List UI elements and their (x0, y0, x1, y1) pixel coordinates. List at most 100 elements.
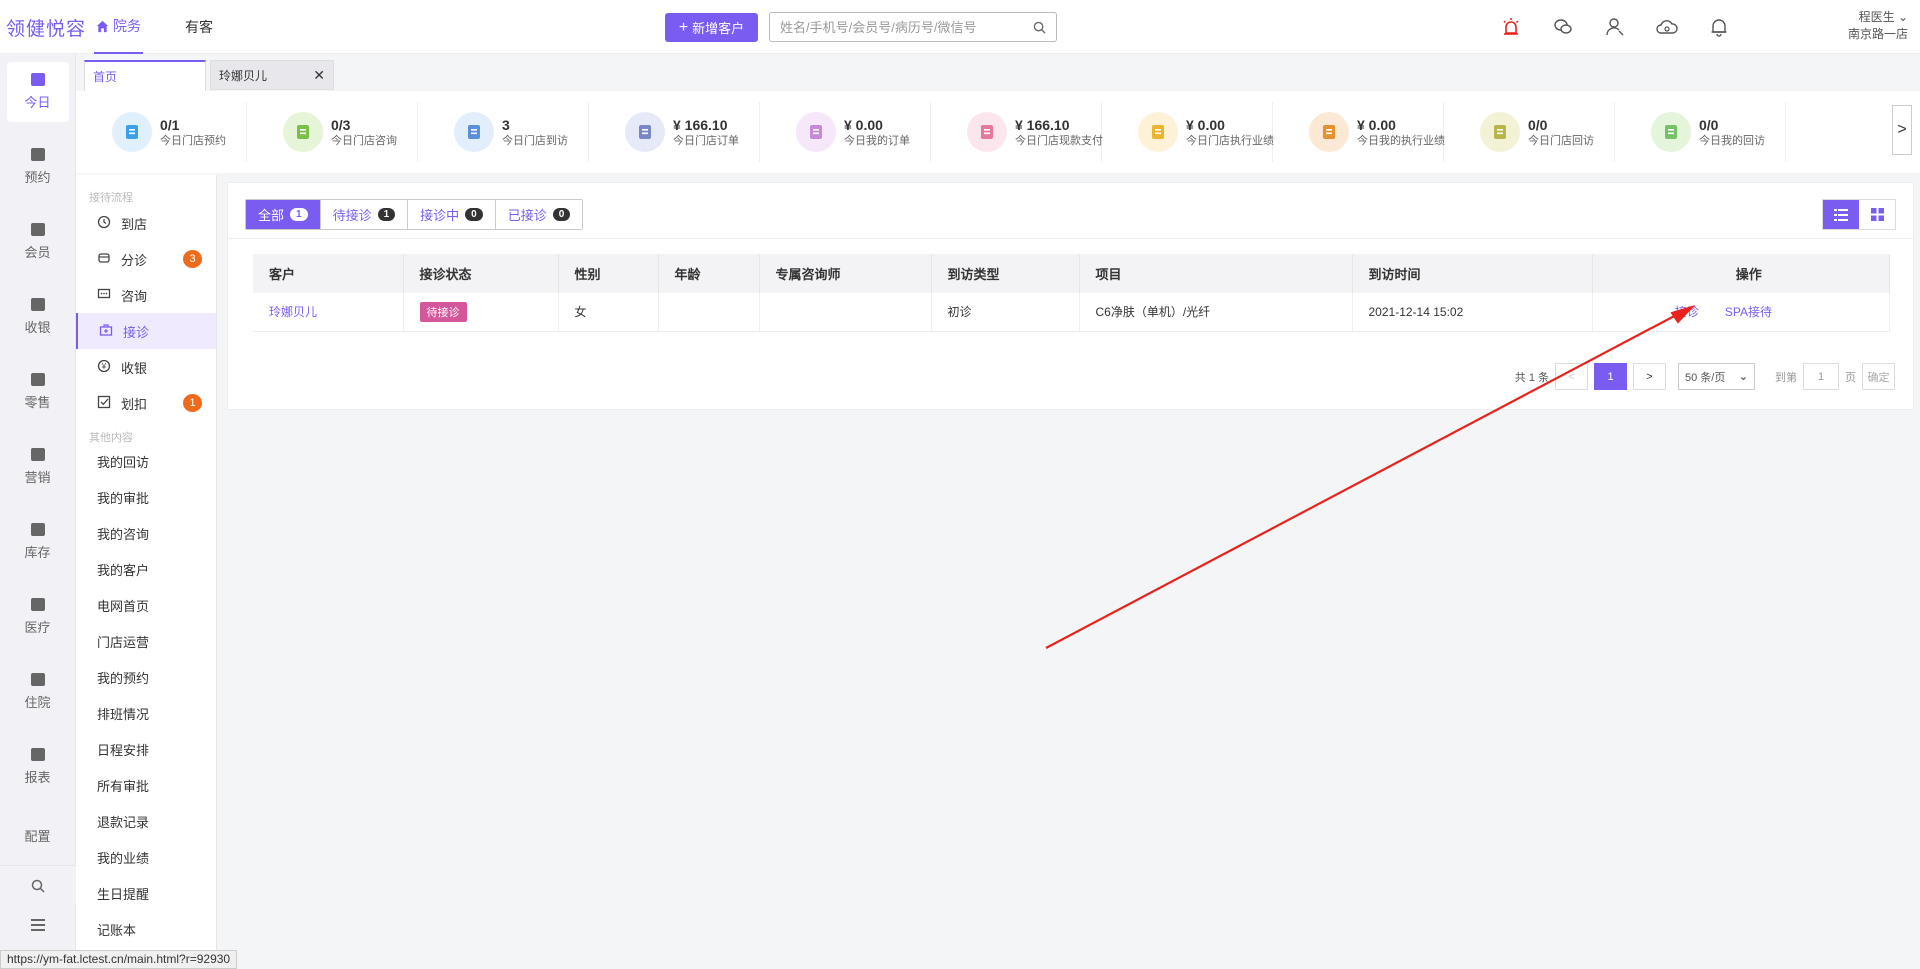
cloud-icon[interactable] (1654, 14, 1680, 40)
filter-button[interactable]: 已接诊 0 (495, 200, 583, 229)
stat-card[interactable]: ¥ 166.10 今日门店现款支付 (931, 102, 1103, 162)
menu-item[interactable]: 我的业绩 (76, 841, 216, 877)
stat-label: 今日我的订单 (844, 134, 910, 147)
reception-button[interactable]: 接诊 (1675, 303, 1699, 320)
menu-item[interactable]: 到店 (76, 205, 216, 241)
tab-customer[interactable]: 玲娜贝儿 ✕ (210, 60, 334, 90)
menu-item[interactable]: 分诊 3 (76, 241, 216, 277)
view-toggle (1822, 199, 1896, 230)
stat-value: 0/3 (331, 116, 351, 133)
stat-label: 今日我的回访 (1699, 134, 1765, 147)
menu-item[interactable]: 排班情况 (76, 697, 216, 733)
stats-next-button[interactable]: > (1892, 105, 1912, 155)
stat-card[interactable]: 0/1 今日门店预约 (76, 102, 247, 162)
menu-item[interactable]: ¥ 收银 (76, 349, 216, 385)
nav-item-youke[interactable]: 有客 (183, 0, 215, 54)
menu-item[interactable]: 我的咨询 (76, 517, 216, 553)
page-size-select[interactable]: 50 条/页 ⌄ (1678, 363, 1755, 390)
user-menu[interactable]: 程医生 ⌄ 南京路一店 (1848, 9, 1908, 43)
nav-item-yuanwu[interactable]: 院务 (94, 0, 143, 54)
user-store: 南京路一店 (1847, 27, 1908, 41)
sidebar-item-label: 住院 (24, 695, 51, 710)
grid-view-button[interactable] (1859, 200, 1895, 229)
count-badge: 3 (183, 250, 202, 268)
customer-link[interactable]: 玲娜贝儿 (269, 305, 317, 319)
menu-item[interactable]: 接诊 (76, 313, 216, 349)
sidebar-item-5[interactable]: 营销 (7, 437, 69, 497)
stat-card[interactable]: ¥ 0.00 今日我的执行业绩 (1273, 102, 1445, 162)
visit-type-cell: 初诊 (931, 293, 1080, 332)
hamburger-menu-icon[interactable] (0, 905, 76, 945)
filter-button[interactable]: 接诊中 0 (408, 200, 496, 229)
menu-item[interactable]: 门店运营 (76, 625, 216, 661)
sidebar-item-6[interactable]: 库存 (7, 512, 69, 572)
user-settings-icon[interactable] (1602, 14, 1628, 40)
stat-card[interactable]: 0/3 今日门店咨询 (247, 102, 418, 162)
menu-item[interactable]: 我的客户 (76, 553, 216, 589)
menu-item[interactable]: 我的审批 (76, 481, 216, 517)
filter-label: 全部 (258, 208, 285, 223)
top-icons (1498, 14, 1732, 40)
grid-icon (1870, 208, 1884, 221)
stat-card[interactable]: ¥ 0.00 今日我的订单 (760, 102, 931, 162)
stat-card[interactable]: ¥ 0.00 今日门店执行业绩 (1102, 102, 1274, 162)
stat-card[interactable]: 0/0 今日我的回访 (1615, 102, 1786, 162)
app-logo: 领健悦容 (6, 19, 87, 40)
sidebar-item-4[interactable]: 零售 (7, 362, 69, 422)
spa-reception-button[interactable]: SPA接待 (1725, 303, 1772, 320)
stat-icon (1309, 112, 1349, 152)
age-cell (658, 293, 760, 332)
menu-item[interactable]: 咨询 (76, 277, 216, 313)
search-icon[interactable] (0, 865, 76, 905)
stat-value: ¥ 0.00 (1357, 116, 1396, 133)
page-number[interactable]: 1 (1594, 363, 1627, 390)
filter-button[interactable]: 待接诊 1 (320, 200, 409, 229)
list-view-button[interactable] (1823, 200, 1859, 229)
home-icon (96, 20, 109, 32)
stat-value: ¥ 166.10 (1015, 116, 1070, 133)
alarm-icon[interactable] (1498, 14, 1524, 40)
menu-item[interactable]: 所有审批 (76, 769, 216, 805)
add-customer-button[interactable]: + 新增客户 (665, 13, 758, 42)
stat-value: ¥ 0.00 (844, 116, 883, 133)
menu-item[interactable]: 我的预约 (76, 661, 216, 697)
filter-button[interactable]: 全部 1 (246, 200, 321, 229)
prev-page-button[interactable]: < (1555, 363, 1588, 390)
main-sidebar: 今日预约会员收银零售营销库存医疗住院报表配置 (0, 54, 76, 969)
sidebar-item-0[interactable]: 今日 (6, 62, 69, 122)
stat-card[interactable]: ¥ 166.10 今日门店订单 (589, 102, 760, 162)
filter-count: 1 (377, 208, 396, 221)
stat-icon (796, 112, 836, 152)
stat-label: 今日门店回访 (1528, 134, 1594, 147)
menu-item[interactable]: 记账本 (76, 913, 216, 949)
sidebar-item-10[interactable]: 配置 (7, 812, 69, 842)
sidebar-item-7[interactable]: 医疗 (7, 587, 69, 647)
sidebar-item-3[interactable]: 收银 (7, 287, 69, 347)
confirm-button[interactable]: 确定 (1862, 363, 1895, 390)
filter-count: 1 (290, 208, 308, 221)
menu-item[interactable]: 退款记录 (76, 805, 216, 841)
wechat-icon[interactable] (1550, 14, 1576, 40)
sidebar-item-1[interactable]: 预约 (7, 137, 69, 197)
next-page-button[interactable]: > (1633, 363, 1666, 390)
search-input[interactable] (780, 19, 1033, 35)
menu-item[interactable]: 我的回访 (76, 445, 216, 481)
tab-home[interactable]: 首页 (84, 60, 206, 91)
stat-value: ¥ 166.10 (673, 116, 728, 133)
bell-icon[interactable] (1706, 14, 1732, 40)
menu-item[interactable]: 电网首页 (76, 589, 216, 625)
sidebar-item-icon (30, 748, 45, 761)
search-icon[interactable] (1033, 21, 1046, 34)
stat-card[interactable]: 3 今日门店到访 (418, 102, 589, 162)
column-header: 到访时间 (1352, 254, 1593, 293)
menu-item[interactable]: 生日提醒 (76, 877, 216, 913)
close-icon[interactable]: ✕ (313, 67, 325, 84)
menu-item[interactable]: 划扣 1 (76, 385, 216, 421)
goto-page-input[interactable]: 1 (1803, 363, 1839, 390)
sidebar-item-label: 营销 (24, 470, 51, 485)
menu-item[interactable]: 日程安排 (76, 733, 216, 769)
sidebar-item-9[interactable]: 报表 (7, 737, 69, 797)
sidebar-item-2[interactable]: 会员 (7, 212, 69, 272)
sidebar-item-8[interactable]: 住院 (7, 662, 69, 722)
stat-card[interactable]: 0/0 今日门店回访 (1444, 102, 1615, 162)
